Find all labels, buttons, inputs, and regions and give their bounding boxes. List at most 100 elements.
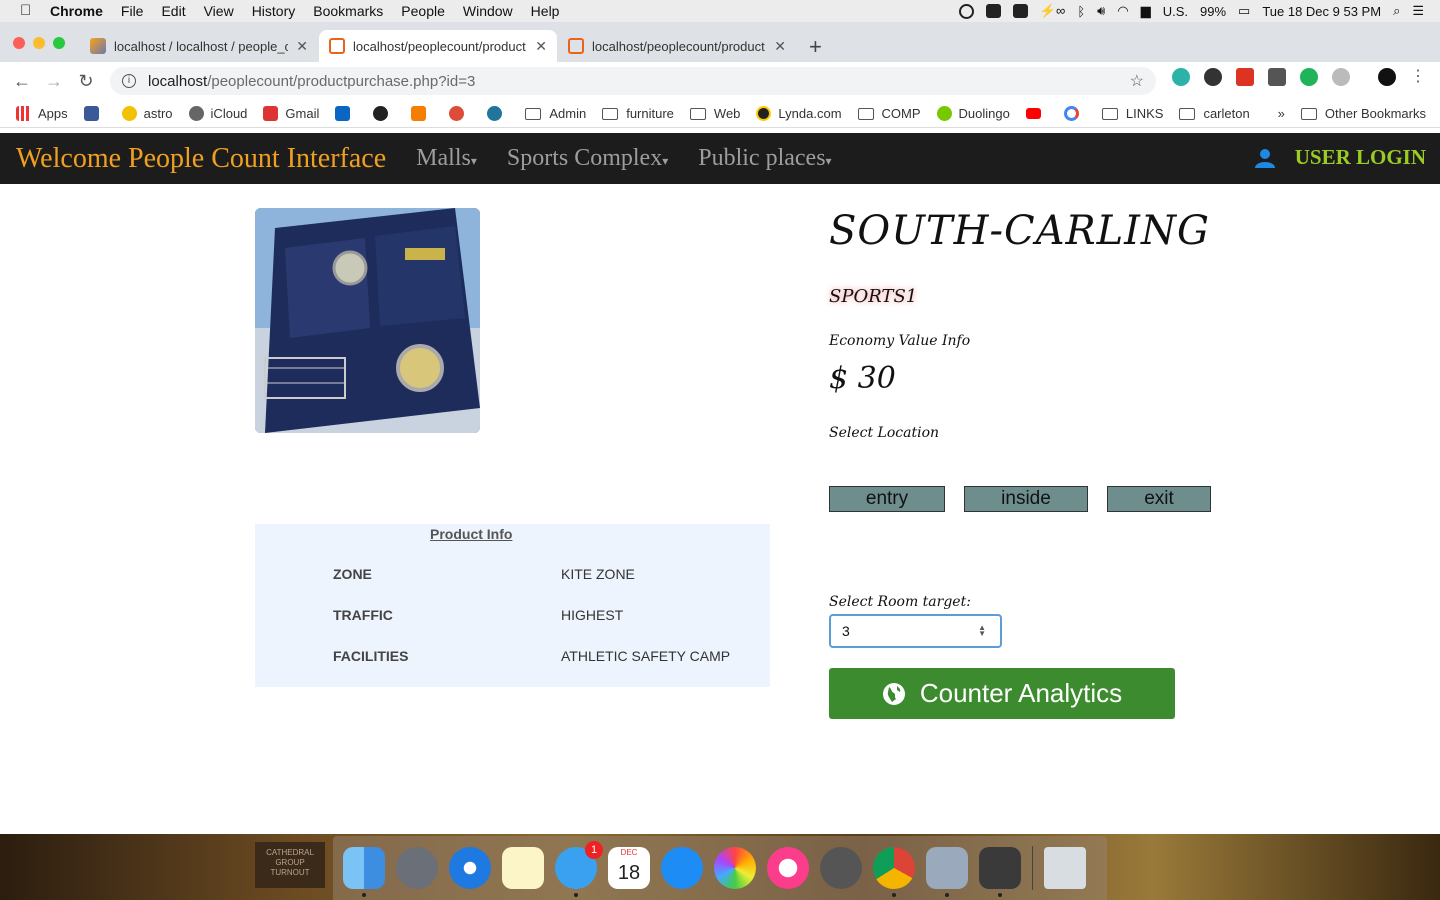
itunes-icon[interactable] xyxy=(767,847,809,889)
forward-arrow-icon[interactable]: → xyxy=(38,71,70,92)
menu-people[interactable]: People xyxy=(401,3,445,19)
spotlight-icon[interactable]: ⌕ xyxy=(1393,3,1400,19)
apple-menu-icon[interactable]:  xyxy=(20,3,36,19)
back-arrow-icon[interactable]: ← xyxy=(6,71,38,92)
room-target-input[interactable]: 3 ▲ ▼ xyxy=(829,614,1002,648)
app-store-icon[interactable] xyxy=(661,847,703,889)
bookmark-star-icon[interactable]: ☆ xyxy=(1130,71,1144,91)
dropbox-icon[interactable] xyxy=(985,4,1001,18)
tab-product-active[interactable]: localhost/peoplecount/product ✕ xyxy=(319,30,557,62)
close-tab-icon[interactable]: ✕ xyxy=(535,38,547,55)
bookmark-google[interactable] xyxy=(1063,106,1086,121)
bookmark-folder-comp[interactable]: COMP xyxy=(857,106,921,121)
sublime-text-icon[interactable] xyxy=(979,847,1021,897)
menu-bookmarks[interactable]: Bookmarks xyxy=(313,3,383,19)
photos-icon[interactable] xyxy=(714,847,756,889)
counter-analytics-button[interactable]: Counter Analytics xyxy=(829,668,1175,719)
flag-icon: ▆ xyxy=(1140,3,1151,18)
reload-icon[interactable]: ↻ xyxy=(70,71,102,92)
menu-view[interactable]: View xyxy=(204,3,234,19)
bookmark-folder-carleton[interactable]: carleton xyxy=(1179,106,1250,121)
notes-icon[interactable] xyxy=(502,847,544,889)
exit-button[interactable]: exit xyxy=(1107,486,1211,512)
bluetooth-icon[interactable]: ᛒ xyxy=(1077,4,1085,19)
more-bookmarks-icon[interactable]: » xyxy=(1278,106,1285,121)
messages-icon[interactable]: 1 xyxy=(555,841,603,897)
close-tab-icon[interactable]: ✕ xyxy=(774,38,786,55)
nav-malls-dropdown[interactable]: Malls▾ xyxy=(416,145,477,172)
user-login-link[interactable]: USER LOGIN xyxy=(1254,145,1426,170)
trash-icon[interactable] xyxy=(1044,847,1086,889)
bookmark-apps[interactable]: Apps xyxy=(16,106,68,121)
bookmark-icloud[interactable]: iCloud xyxy=(188,106,247,121)
tab-phpmyadmin[interactable]: localhost / localhost / people_c ✕ xyxy=(80,30,318,62)
inside-button[interactable]: inside xyxy=(964,486,1088,512)
bookmark-facebook[interactable] xyxy=(83,106,106,121)
nav-sports-complex-dropdown[interactable]: Sports Complex▾ xyxy=(507,145,668,172)
power-icon[interactable]: ⚡∞ xyxy=(1040,3,1065,19)
number-stepper-icon[interactable]: ▲ ▼ xyxy=(978,624,986,638)
chrome-icon[interactable] xyxy=(873,847,915,897)
menu-history[interactable]: History xyxy=(252,3,296,19)
menu-app-name[interactable]: Chrome xyxy=(50,3,103,19)
tab-product[interactable]: localhost/peoplecount/product ✕ xyxy=(558,30,796,62)
calendar-icon[interactable]: DEC 18 xyxy=(608,847,650,889)
bookmark-lynda[interactable]: Lynda.com xyxy=(756,106,842,121)
extension-red-icon[interactable] xyxy=(1236,68,1254,86)
battery-icon[interactable]: ▭ xyxy=(1238,3,1250,19)
menu-window[interactable]: Window xyxy=(463,3,513,19)
new-tab-icon[interactable]: + xyxy=(809,34,822,60)
battery-percent[interactable]: 99% xyxy=(1200,4,1226,19)
launchpad-icon[interactable] xyxy=(396,847,438,889)
safari-icon[interactable] xyxy=(449,847,491,889)
bookmark-folder-furniture[interactable]: furniture xyxy=(602,106,674,121)
bookmark-blogger[interactable] xyxy=(411,106,433,121)
bookmark-label: Admin xyxy=(549,106,587,121)
close-window-button[interactable] xyxy=(13,37,25,49)
bookmark-folder-admin[interactable]: Admin xyxy=(525,106,586,121)
status-app-icon[interactable] xyxy=(958,3,974,19)
cloud-upload-icon[interactable] xyxy=(1012,4,1028,18)
address-bar[interactable]: i localhost/peoplecount/productpurchase.… xyxy=(110,67,1156,95)
bookmark-folder-web[interactable]: Web xyxy=(689,106,740,121)
menu-edit[interactable]: Edit xyxy=(161,3,185,19)
close-tab-icon[interactable]: ✕ xyxy=(296,38,308,55)
extension-link-icon[interactable] xyxy=(1332,68,1350,86)
input-source[interactable]: U.S. xyxy=(1163,4,1188,19)
grammarly-icon[interactable] xyxy=(1300,68,1318,86)
bookmark-tumblr[interactable] xyxy=(373,106,395,121)
menu-file[interactable]: File xyxy=(121,3,144,19)
site-brand[interactable]: Welcome People Count Interface xyxy=(16,143,386,175)
system-preferences-icon[interactable] xyxy=(820,847,862,889)
bookmark-duolingo[interactable]: Duolingo xyxy=(936,106,1010,121)
bookmark-astro[interactable]: astro xyxy=(121,106,173,121)
notification-center-icon[interactable]: ☰ xyxy=(1412,3,1424,19)
product-image xyxy=(255,208,480,433)
bookmark-google-plus[interactable] xyxy=(449,106,471,121)
google-icon xyxy=(1063,106,1079,121)
minimize-window-button[interactable] xyxy=(33,37,45,49)
menu-help[interactable]: Help xyxy=(531,3,560,19)
profile-avatar[interactable] xyxy=(1378,68,1396,86)
clock[interactable]: Tue 18 Dec 9 53 PM xyxy=(1262,4,1381,19)
finder-icon[interactable] xyxy=(343,847,385,897)
extension-t-icon[interactable] xyxy=(1268,68,1286,86)
bookmark-folder-links[interactable]: LINKS xyxy=(1101,106,1163,121)
running-indicator xyxy=(892,893,896,897)
bookmark-gmail[interactable]: Gmail xyxy=(263,106,319,121)
bookmark-label: furniture xyxy=(626,106,674,121)
extension-chat-icon[interactable] xyxy=(1204,68,1222,86)
wifi-icon[interactable]: ◠ xyxy=(1117,3,1128,19)
other-bookmarks[interactable]: Other Bookmarks xyxy=(1325,106,1426,121)
info-icon[interactable]: i xyxy=(122,74,136,88)
zoom-window-button[interactable] xyxy=(53,37,65,49)
bookmark-youtube[interactable] xyxy=(1025,108,1048,119)
preferences-gear-icon[interactable] xyxy=(926,847,968,897)
bookmark-linkedin[interactable] xyxy=(335,106,357,121)
bookmark-wordpress[interactable] xyxy=(487,106,509,121)
entry-button[interactable]: entry xyxy=(829,486,945,512)
nav-public-places-dropdown[interactable]: Public places▾ xyxy=(698,145,831,172)
chrome-menu-icon[interactable]: ⋮ xyxy=(1410,68,1426,86)
extension-m-icon[interactable] xyxy=(1172,68,1190,86)
volume-icon[interactable]: 🔊︎ xyxy=(1097,3,1105,19)
